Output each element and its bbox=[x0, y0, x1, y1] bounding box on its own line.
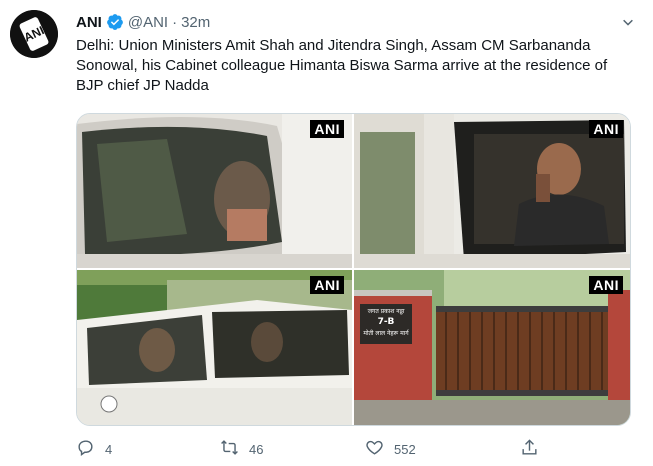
watermark-ani: ANI bbox=[589, 120, 623, 138]
watermark-ani: ANI bbox=[310, 276, 344, 294]
reply-count: 4 bbox=[105, 441, 113, 457]
nameplate-line-1: जगत प्रकाश नड्डा bbox=[367, 308, 405, 315]
verified-badge-icon bbox=[106, 13, 124, 31]
separator-dot: · bbox=[172, 13, 178, 31]
author-handle[interactable]: @ANI bbox=[128, 14, 168, 31]
like-button[interactable]: 552 bbox=[365, 438, 416, 460]
media-photo-3[interactable]: ANI bbox=[77, 270, 352, 425]
like-count: 552 bbox=[394, 441, 416, 457]
share-button[interactable] bbox=[520, 438, 539, 460]
tweet-media-grid: ANI ANI ANI जगत प्रकाश नड्डा 7-B मोती ला… bbox=[76, 113, 631, 426]
media-photo-4[interactable]: जगत प्रकाश नड्डा 7-B मोती लाल नेहरू मार्… bbox=[354, 270, 630, 425]
media-photo-1[interactable]: ANI bbox=[77, 114, 352, 268]
tweet-avatar[interactable]: ANI bbox=[10, 10, 58, 58]
heart-icon bbox=[365, 438, 384, 460]
tweet-header: ANI @ANI · 32m bbox=[76, 12, 210, 32]
tweet-text: Delhi: Union Ministers Amit Shah and Jit… bbox=[76, 37, 608, 94]
tweet-timestamp[interactable]: 32m bbox=[181, 14, 210, 31]
tweet-actions: 4 46 552 bbox=[68, 438, 628, 460]
retweet-button[interactable]: 46 bbox=[220, 438, 263, 460]
retweet-icon bbox=[220, 438, 239, 460]
author-name[interactable]: ANI bbox=[76, 14, 102, 31]
media-photo-2[interactable]: ANI bbox=[354, 114, 630, 268]
more-options-chevron-down-icon[interactable] bbox=[619, 14, 637, 32]
ani-logo-icon: ANI bbox=[10, 10, 58, 58]
reply-button[interactable]: 4 bbox=[76, 438, 112, 460]
residence-nameplate: जगत प्रकाश नड्डा 7-B मोती लाल नेहरू मार्… bbox=[360, 306, 412, 339]
retweet-count: 46 bbox=[249, 441, 264, 457]
nameplate-line-3: मोती लाल नेहरू मार्ग bbox=[363, 330, 409, 337]
watermark-ani: ANI bbox=[589, 276, 623, 294]
watermark-ani: ANI bbox=[310, 120, 344, 138]
reply-icon bbox=[76, 438, 95, 460]
share-icon bbox=[520, 438, 539, 460]
nameplate-line-2: 7-B bbox=[377, 317, 395, 327]
